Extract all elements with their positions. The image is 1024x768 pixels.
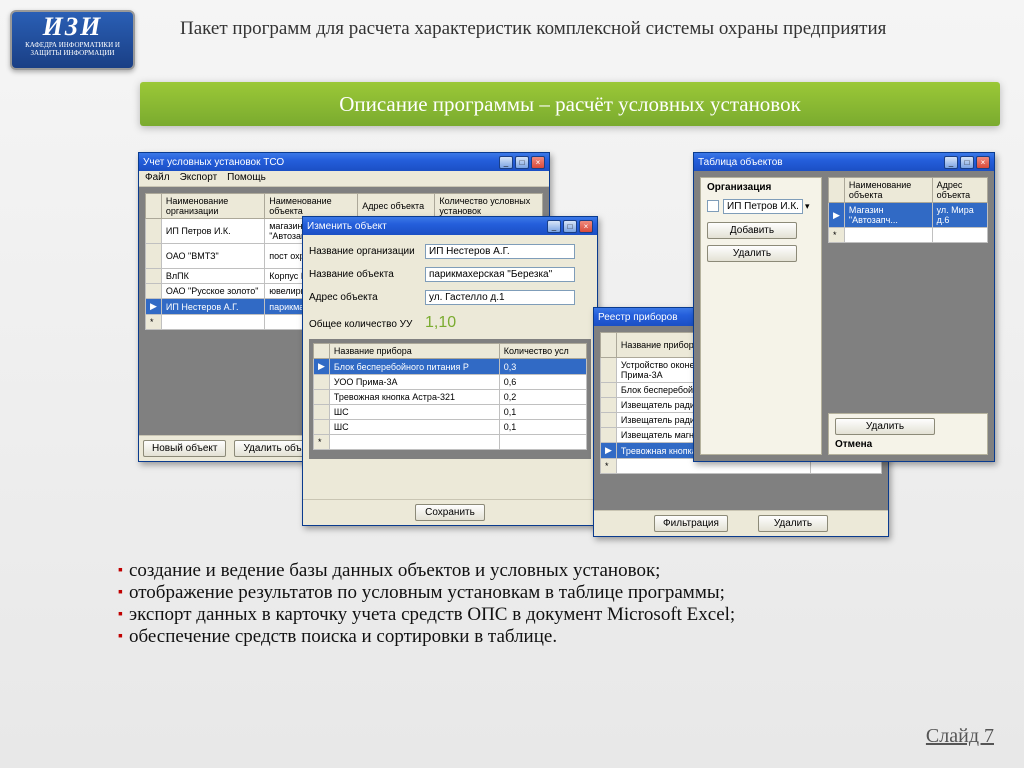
table-row[interactable]: ▶Блок бесперебойного питания Р0,3	[314, 359, 587, 375]
input-addr[interactable]: ул. Гастелло д.1	[425, 290, 575, 305]
menu-export[interactable]: Экспорт	[180, 172, 218, 185]
input-org[interactable]: ИП Нестеров А.Г.	[425, 244, 575, 259]
bullet-item: экспорт данных в карточку учета средств …	[118, 604, 964, 626]
window-edit-object: Изменить объект _ □ × Название организац…	[302, 216, 598, 526]
delete-org-button[interactable]: Удалить	[707, 245, 797, 262]
delete-row-button[interactable]: Удалить	[835, 418, 935, 435]
table-row[interactable]: УОО Прима-3А0,6	[314, 375, 587, 390]
titlebar[interactable]: Изменить объект _ □ ×	[303, 217, 597, 235]
table-row[interactable]: ШС0,1	[314, 405, 587, 420]
org-select[interactable]: ИП Петров И.К.	[723, 199, 803, 214]
close-icon[interactable]: ×	[531, 156, 545, 169]
table-devices[interactable]: Название прибораКоличество усл ▶Блок бес…	[313, 343, 587, 450]
slide-number: Слайд 7	[926, 725, 994, 748]
bullet-list: создание и ведение базы данных объектов …	[118, 560, 964, 648]
page-title: Пакет программ для расчета характеристик…	[180, 18, 984, 40]
menubar: Файл Экспорт Помощь	[139, 171, 549, 187]
table-row[interactable]: Тревожная кнопка Астра-3210,2	[314, 390, 587, 405]
minimize-icon[interactable]: _	[547, 220, 561, 233]
minimize-icon[interactable]: _	[944, 156, 958, 169]
col-obj[interactable]: Наименование объекта	[265, 194, 358, 219]
close-icon[interactable]: ×	[976, 156, 990, 169]
label-addr: Адрес объекта	[309, 292, 419, 303]
window-title: Таблица объектов	[698, 157, 944, 168]
table-row[interactable]: ▶Магазин "Автозапч...ул. Мира д.6	[829, 203, 988, 228]
menu-help[interactable]: Помощь	[227, 172, 266, 185]
add-button[interactable]: Добавить	[707, 222, 797, 239]
titlebar[interactable]: Учет условных установок ТСО _ □ ×	[139, 153, 549, 171]
bullet-item: отображение результатов по условным уста…	[118, 582, 964, 604]
titlebar[interactable]: Таблица объектов _ □ ×	[694, 153, 994, 171]
value-total: 1,10	[425, 314, 456, 331]
logo-text: ИЗИ	[12, 12, 133, 42]
label-obj: Название объекта	[309, 269, 419, 280]
maximize-icon[interactable]: □	[515, 156, 529, 169]
col-addr[interactable]: Адрес объекта	[358, 194, 435, 219]
save-button[interactable]: Сохранить	[415, 504, 485, 521]
table-row[interactable]: ШС0,1	[314, 420, 587, 435]
close-icon[interactable]: ×	[579, 220, 593, 233]
input-obj[interactable]: парикмахерская "Березка"	[425, 267, 575, 282]
dropdown-icon[interactable]: ▾	[805, 201, 810, 211]
maximize-icon[interactable]: □	[563, 220, 577, 233]
filter-button[interactable]: Фильтрация	[654, 515, 728, 532]
new-object-button[interactable]: Новый объект	[143, 440, 226, 457]
cancel-button[interactable]: Отмена	[835, 439, 872, 450]
label-total: Общее количество УУ	[309, 319, 419, 330]
col-qty[interactable]: Количество условных установок	[435, 194, 543, 219]
bullet-item: обеспечение средств поиска и сортировки …	[118, 626, 964, 648]
logo-sub2: ЗАЩИТЫ ИНФОРМАЦИИ	[12, 50, 133, 58]
menu-file[interactable]: Файл	[145, 172, 170, 185]
logo: ИЗИ КАФЕДРА ИНФОРМАТИКИ И ЗАЩИТЫ ИНФОРМА…	[10, 10, 135, 70]
bullet-item: создание и ведение базы данных объектов …	[118, 560, 964, 582]
table-row[interactable]: *	[314, 435, 587, 450]
delete-button[interactable]: Удалить	[758, 515, 828, 532]
window-title: Изменить объект	[307, 221, 547, 232]
label-org: Организация	[707, 182, 815, 193]
maximize-icon[interactable]: □	[960, 156, 974, 169]
label-org: Название организации	[309, 246, 419, 257]
checkbox[interactable]	[707, 200, 719, 212]
window-title: Учет условных установок ТСО	[143, 157, 499, 168]
table-objects[interactable]: Наименование объектаАдрес объекта ▶Магаз…	[828, 177, 988, 243]
section-heading: Описание программы – расчёт условных уст…	[140, 82, 1000, 126]
minimize-icon[interactable]: _	[499, 156, 513, 169]
table-row[interactable]: *	[829, 228, 988, 243]
window-objects-table: Таблица объектов _ □ × Организация ИП Пе…	[693, 152, 995, 462]
col-org[interactable]: Наименование организации	[161, 194, 264, 219]
